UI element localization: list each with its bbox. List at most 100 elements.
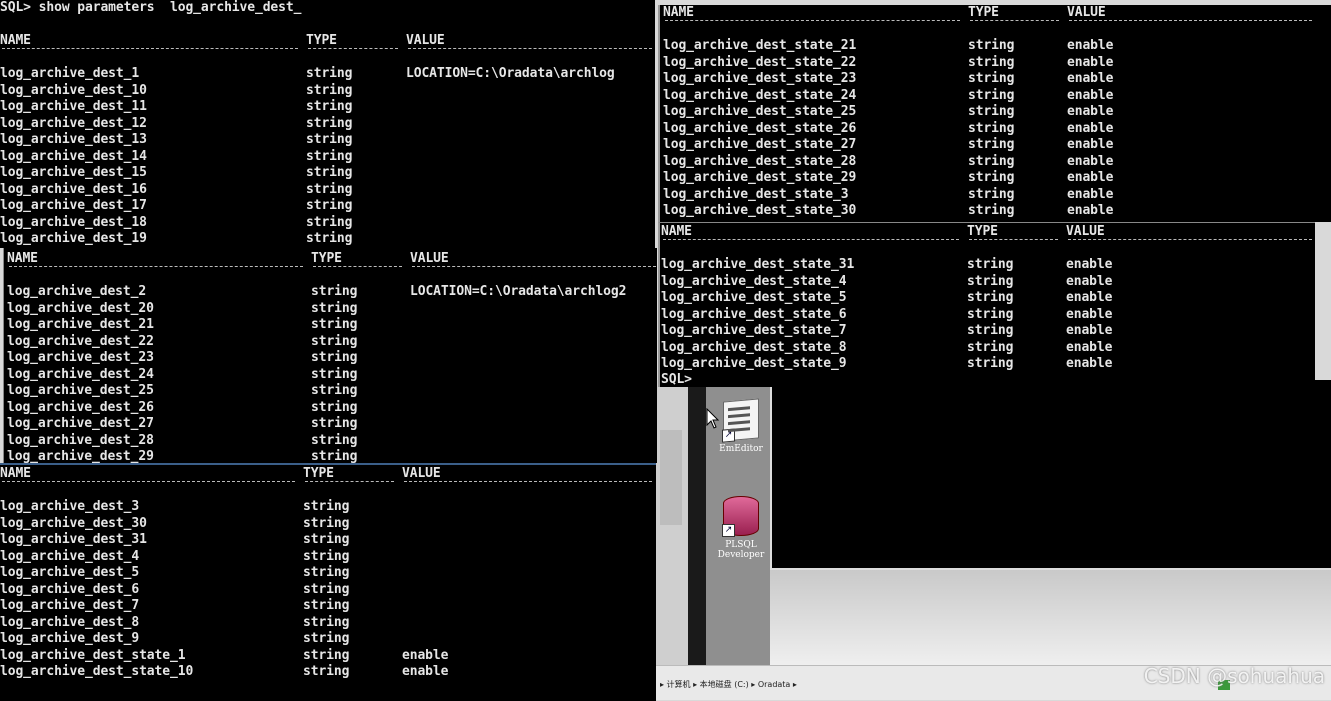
row-param-value: enable — [1066, 306, 1113, 322]
header-separator — [404, 480, 652, 482]
row-param-type: string — [306, 148, 353, 164]
row-param-type: string — [967, 339, 1014, 355]
row-param-type: string — [968, 54, 1015, 70]
row-param-type: string — [306, 99, 353, 114]
row-param-value: enable — [1067, 71, 1114, 86]
row-param-type: string — [306, 82, 353, 98]
row-param-value: enable — [1067, 170, 1114, 185]
row-param-type: string — [306, 214, 353, 230]
row-param-name: log_archive_dest_state_8 — [661, 339, 847, 355]
row-param-name: log_archive_dest_state_26 — [663, 120, 857, 136]
row-param-name: log_archive_dest_28 — [7, 432, 154, 448]
row-param-name: log_archive_dest_state_31 — [661, 257, 855, 272]
row-param-name: log_archive_dest_state_28 — [663, 153, 857, 169]
row-param-name: log_archive_dest_state_30 — [663, 203, 857, 218]
row-param-name: log_archive_dest_9 — [0, 631, 140, 646]
row-param-value: enable — [1066, 273, 1113, 289]
breadcrumb[interactable]: ▸ 计算机 ▸ 本地磁盘 (C:) ▸ Oradata ▸ — [660, 679, 797, 690]
row-param-type: string — [303, 515, 350, 531]
row-param-type: string — [967, 273, 1014, 289]
row-param-name: log_archive_dest_state_21 — [663, 38, 857, 53]
shortcut-arrow-icon: ↗ — [722, 428, 735, 443]
row-param-type: string — [968, 170, 1015, 185]
background-console-window — [770, 380, 1331, 570]
row-param-name: log_archive_dest_12 — [0, 115, 147, 131]
row-param-type: string — [303, 647, 350, 663]
row-param-type: string — [311, 333, 358, 349]
row-param-value: enable — [1067, 153, 1114, 169]
row-param-type: string — [303, 614, 350, 630]
row-param-name: log_archive_dest_4 — [0, 548, 140, 564]
header-separator — [663, 238, 959, 240]
row-param-type: string — [303, 581, 350, 597]
row-param-name: log_archive_dest_state_4 — [661, 273, 847, 289]
row-param-name: log_archive_dest_30 — [0, 515, 147, 531]
row-param-name: log_archive_dest_23 — [7, 350, 154, 365]
row-param-value: enable — [1066, 339, 1113, 355]
row-param-name: log_archive_dest_state_29 — [663, 170, 857, 185]
row-param-type: string — [306, 132, 353, 147]
row-param-value: enable — [1066, 290, 1113, 305]
row-param-type: string — [967, 257, 1014, 272]
scrollbar-thumb[interactable] — [660, 430, 682, 525]
row-param-type: string — [968, 153, 1015, 169]
row-param-name: log_archive_dest_14 — [0, 148, 147, 164]
row-param-name: log_archive_dest_25 — [7, 383, 154, 398]
row-param-value: enable — [1067, 87, 1114, 103]
row-param-type: string — [303, 548, 350, 564]
emeditor-icon: ↗ — [722, 398, 759, 443]
row-param-value: LOCATION=C:\Oradata\archlog2 — [410, 284, 627, 299]
row-param-value: enable — [1067, 203, 1114, 218]
row-param-value: enable — [1066, 356, 1113, 371]
row-param-type: string — [967, 290, 1014, 305]
row-param-value: LOCATION=C:\Oradata\archlog — [406, 66, 615, 81]
row-param-type: string — [968, 71, 1015, 86]
row-param-type: string — [968, 104, 1015, 119]
row-param-name: log_archive_dest_state_5 — [661, 290, 847, 305]
header-separator — [308, 47, 398, 49]
row-param-value: enable — [402, 664, 449, 679]
row-param-name: log_archive_dest_29 — [7, 449, 154, 463]
row-param-name: log_archive_dest_20 — [7, 300, 154, 316]
row-param-name: log_archive_dest_22 — [7, 333, 154, 349]
row-param-type: string — [968, 203, 1015, 218]
row-param-type: string — [311, 350, 358, 365]
row-param-type: string — [303, 499, 350, 514]
console-panel-5: NAME TYPE VALUE log_archive_dest_state_31 st… — [658, 222, 1315, 387]
row-param-name: log_archive_dest_7 — [0, 598, 140, 613]
row-param-name: log_archive_dest_state_27 — [663, 137, 857, 152]
row-param-name: log_archive_dest_15 — [0, 165, 147, 180]
desktop-icon-label: PLSQL Developer — [717, 540, 765, 560]
row-param-name: log_archive_dest_27 — [7, 416, 154, 431]
row-param-name: log_archive_dest_16 — [0, 181, 147, 197]
row-param-value: enable — [402, 647, 449, 663]
row-param-type: string — [968, 186, 1015, 202]
row-param-type: string — [311, 432, 358, 448]
row-param-name: log_archive_dest_state_22 — [663, 54, 857, 70]
row-param-name: log_archive_dest_3 — [0, 499, 140, 514]
row-param-name: log_archive_dest_state_6 — [661, 306, 847, 322]
sql-command-line: SQL> show parameters log_archive_dest_ — [0, 0, 302, 15]
row-param-value: enable — [1066, 323, 1113, 338]
row-param-type: string — [303, 664, 350, 679]
header-separator — [412, 265, 656, 267]
row-param-name: log_archive_dest_18 — [0, 214, 147, 230]
row-param-value: enable — [1066, 257, 1113, 272]
header-separator — [2, 47, 298, 49]
row-param-type: string — [303, 532, 350, 547]
row-param-type: string — [967, 306, 1014, 322]
row-param-value: enable — [1067, 137, 1114, 152]
row-param-type: string — [311, 399, 358, 415]
row-param-type: string — [968, 120, 1015, 136]
row-param-name: log_archive_dest_6 — [0, 581, 140, 597]
row-param-type: string — [311, 416, 358, 431]
row-param-name: log_archive_dest_state_23 — [663, 71, 857, 86]
row-param-type: string — [968, 87, 1015, 103]
row-param-type: string — [306, 165, 353, 180]
header-separator — [1068, 238, 1312, 240]
desktop-icon-plsql-developer[interactable]: ↗ PLSQL Developer — [706, 496, 776, 560]
row-param-type: string — [311, 449, 358, 463]
row-param-name: log_archive_dest_24 — [7, 366, 154, 382]
shortcut-arrow-icon: ↗ — [722, 524, 735, 537]
row-param-type: string — [306, 198, 353, 213]
